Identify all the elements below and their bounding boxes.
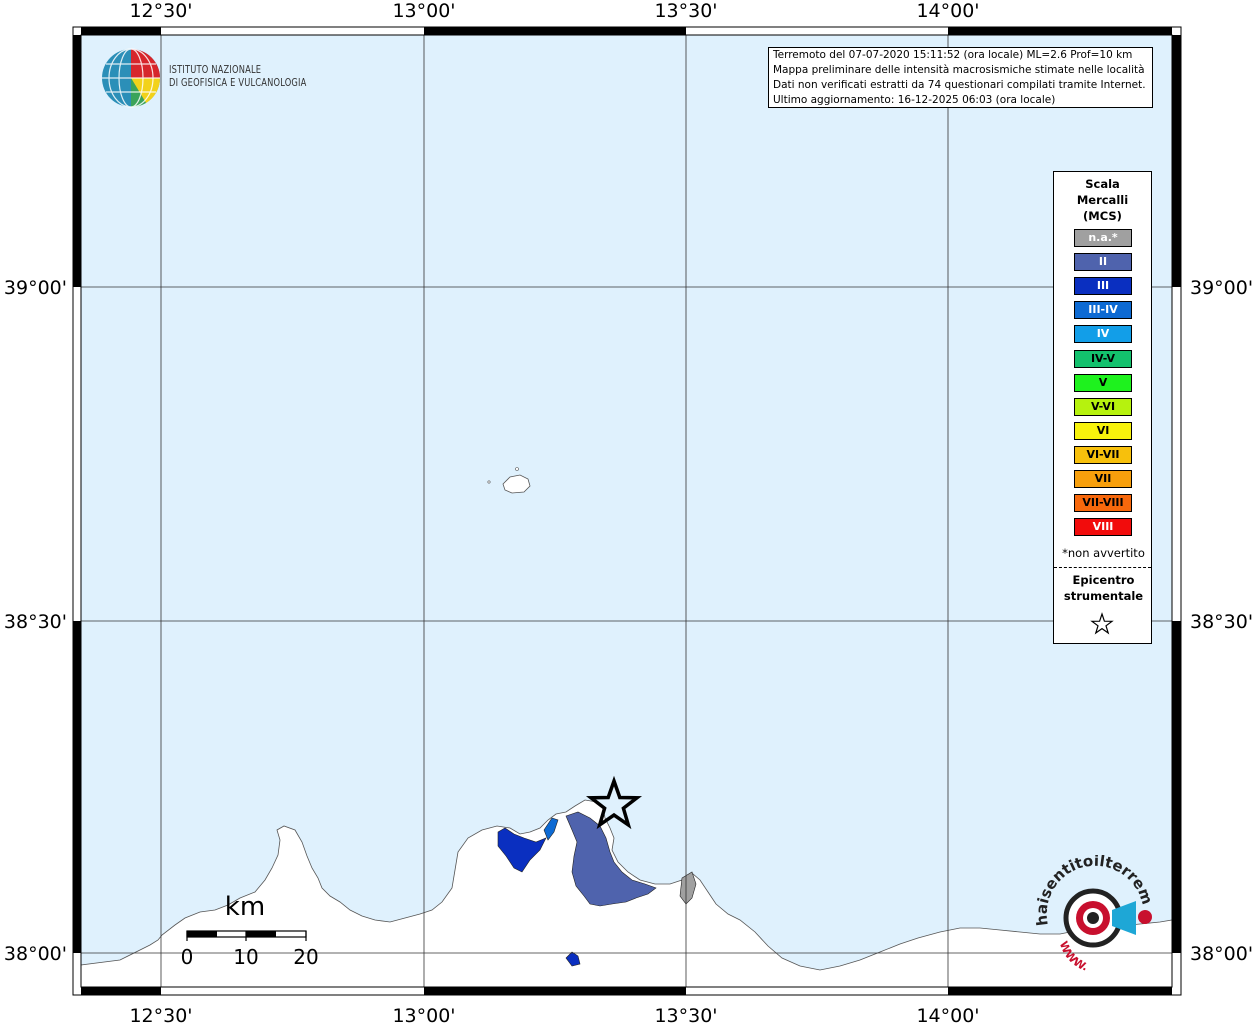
legend-epicenter-label: Epicentro strumentale [1054, 572, 1153, 604]
legend-title: Scala Mercalli (MCS) [1054, 176, 1151, 224]
lon-label: 13°00' [392, 1005, 455, 1024]
info-line-4: Ultimo aggiornamento: 16-12-2025 06:03 (… [773, 94, 1056, 106]
sea-area [81, 35, 1172, 987]
lon-label: 14°00' [916, 1005, 979, 1024]
mcs-legend: Scala Mercalli (MCS) n.a.* II III III-IV IV I… [1053, 171, 1152, 644]
legend-item: IV-V [1074, 349, 1132, 368]
info-line-1: Terremoto del 07-07-2020 15:11:52 (ora l… [773, 49, 1133, 61]
legend-item: VII-VIII [1074, 494, 1132, 513]
scale-unit: km [225, 892, 265, 922]
legend-item: VIII [1074, 518, 1132, 537]
legend-note: *non avvertito [1062, 546, 1145, 560]
logo-line-2: DI GEOFISICA E VULCANOLOGIA [169, 77, 307, 89]
legend-epicenter-line-2: strumentale [1063, 589, 1144, 603]
latitude-labels-right: 39°00' 38°30' 38°00' [1190, 277, 1253, 965]
ingv-logo-text: ISTITUTO NAZIONALE DI GEOFISICA E VULCAN… [169, 64, 307, 90]
event-info-box: Terremoto del 07-07-2020 15:11:52 (ora l… [768, 47, 1153, 108]
lon-label: 12°30' [129, 0, 192, 22]
legend-divider [1054, 567, 1151, 568]
lat-label: 38°30' [1190, 611, 1253, 633]
scale-bar: km 0 10 20 [181, 892, 319, 969]
lon-label: 12°30' [129, 1005, 192, 1024]
longitude-labels-bottom: 12°30' 13°00' 13°30' 14°00' [129, 1005, 979, 1024]
lon-label: 13°30' [654, 1005, 717, 1024]
lat-label: 39°00' [1190, 277, 1253, 299]
lat-label: 39°00' [4, 277, 67, 299]
islet [515, 467, 519, 471]
scale-tick: 10 [233, 945, 258, 969]
lat-label: 38°00' [4, 943, 67, 965]
latitude-labels-left: 39°00' 38°30' 38°00' [4, 277, 67, 965]
legend-title-line-3: (MCS) [1083, 209, 1122, 223]
legend-star-icon [1090, 612, 1114, 635]
logo-line-1: ISTITUTO NAZIONALE [169, 64, 262, 76]
legend-title-line-2: Mercalli [1076, 193, 1129, 207]
info-line-2: Mappa preliminare delle intensità macros… [773, 64, 1145, 76]
legend-item: IV [1074, 325, 1132, 344]
ingv-globe-icon [102, 48, 161, 108]
legend-item: V [1074, 373, 1132, 392]
lat-label: 38°00' [1190, 943, 1253, 965]
legend-title-line-1: Scala [1085, 177, 1120, 191]
islet [487, 480, 491, 484]
lon-label: 14°00' [916, 0, 979, 22]
legend-item: VI-VII [1074, 445, 1132, 464]
haisentitoilterremoto-logo: haisentitoilterremoto.it WWW. [1030, 855, 1156, 974]
scale-tick: 0 [181, 945, 194, 969]
lat-label: 38°30' [4, 611, 67, 633]
info-line-3: Dati non verificati estratti da 74 quest… [773, 79, 1146, 91]
legend-item: VI [1074, 421, 1132, 440]
lon-label: 13°00' [392, 0, 455, 22]
legend-item: III [1074, 277, 1132, 296]
legend-item: n.a.* [1074, 229, 1132, 247]
scale-tick: 20 [293, 945, 318, 969]
legend-epicenter-line-1: Epicentro [1072, 573, 1135, 587]
legend-item: III-IV [1074, 301, 1132, 320]
legend-item: VII [1074, 470, 1132, 488]
lon-label: 13°30' [654, 0, 717, 22]
longitude-labels-top: 12°30' 13°00' 13°30' 14°00' [129, 0, 979, 22]
legend-item: II [1074, 253, 1132, 272]
legend-item: V-VI [1074, 397, 1132, 416]
